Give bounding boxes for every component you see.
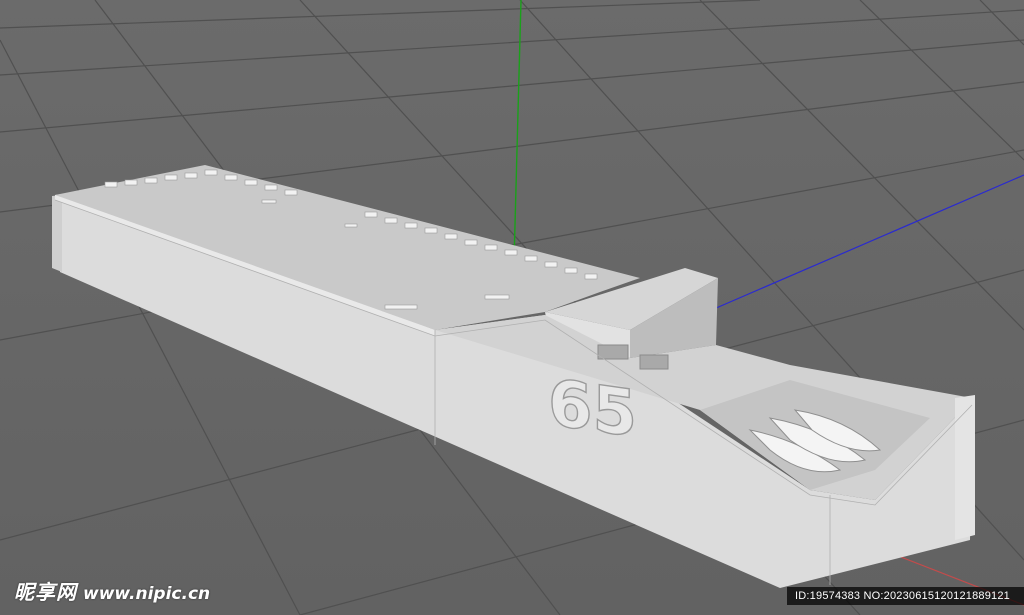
hull-bow-face [52,195,62,272]
hull-number-label: 65 [548,365,637,452]
image-id-badge: ID:19574383 NO:20230615120121889121 [787,587,1024,605]
3d-viewport[interactable]: 65 昵享网 www.nipic.cn ID:19574383 NO:20230… [0,0,1024,615]
viewport-scene[interactable]: 65 [0,0,1024,615]
elevator-opening-1 [597,344,629,360]
elevator-opening-2 [639,354,669,370]
stern-wall [955,395,975,540]
